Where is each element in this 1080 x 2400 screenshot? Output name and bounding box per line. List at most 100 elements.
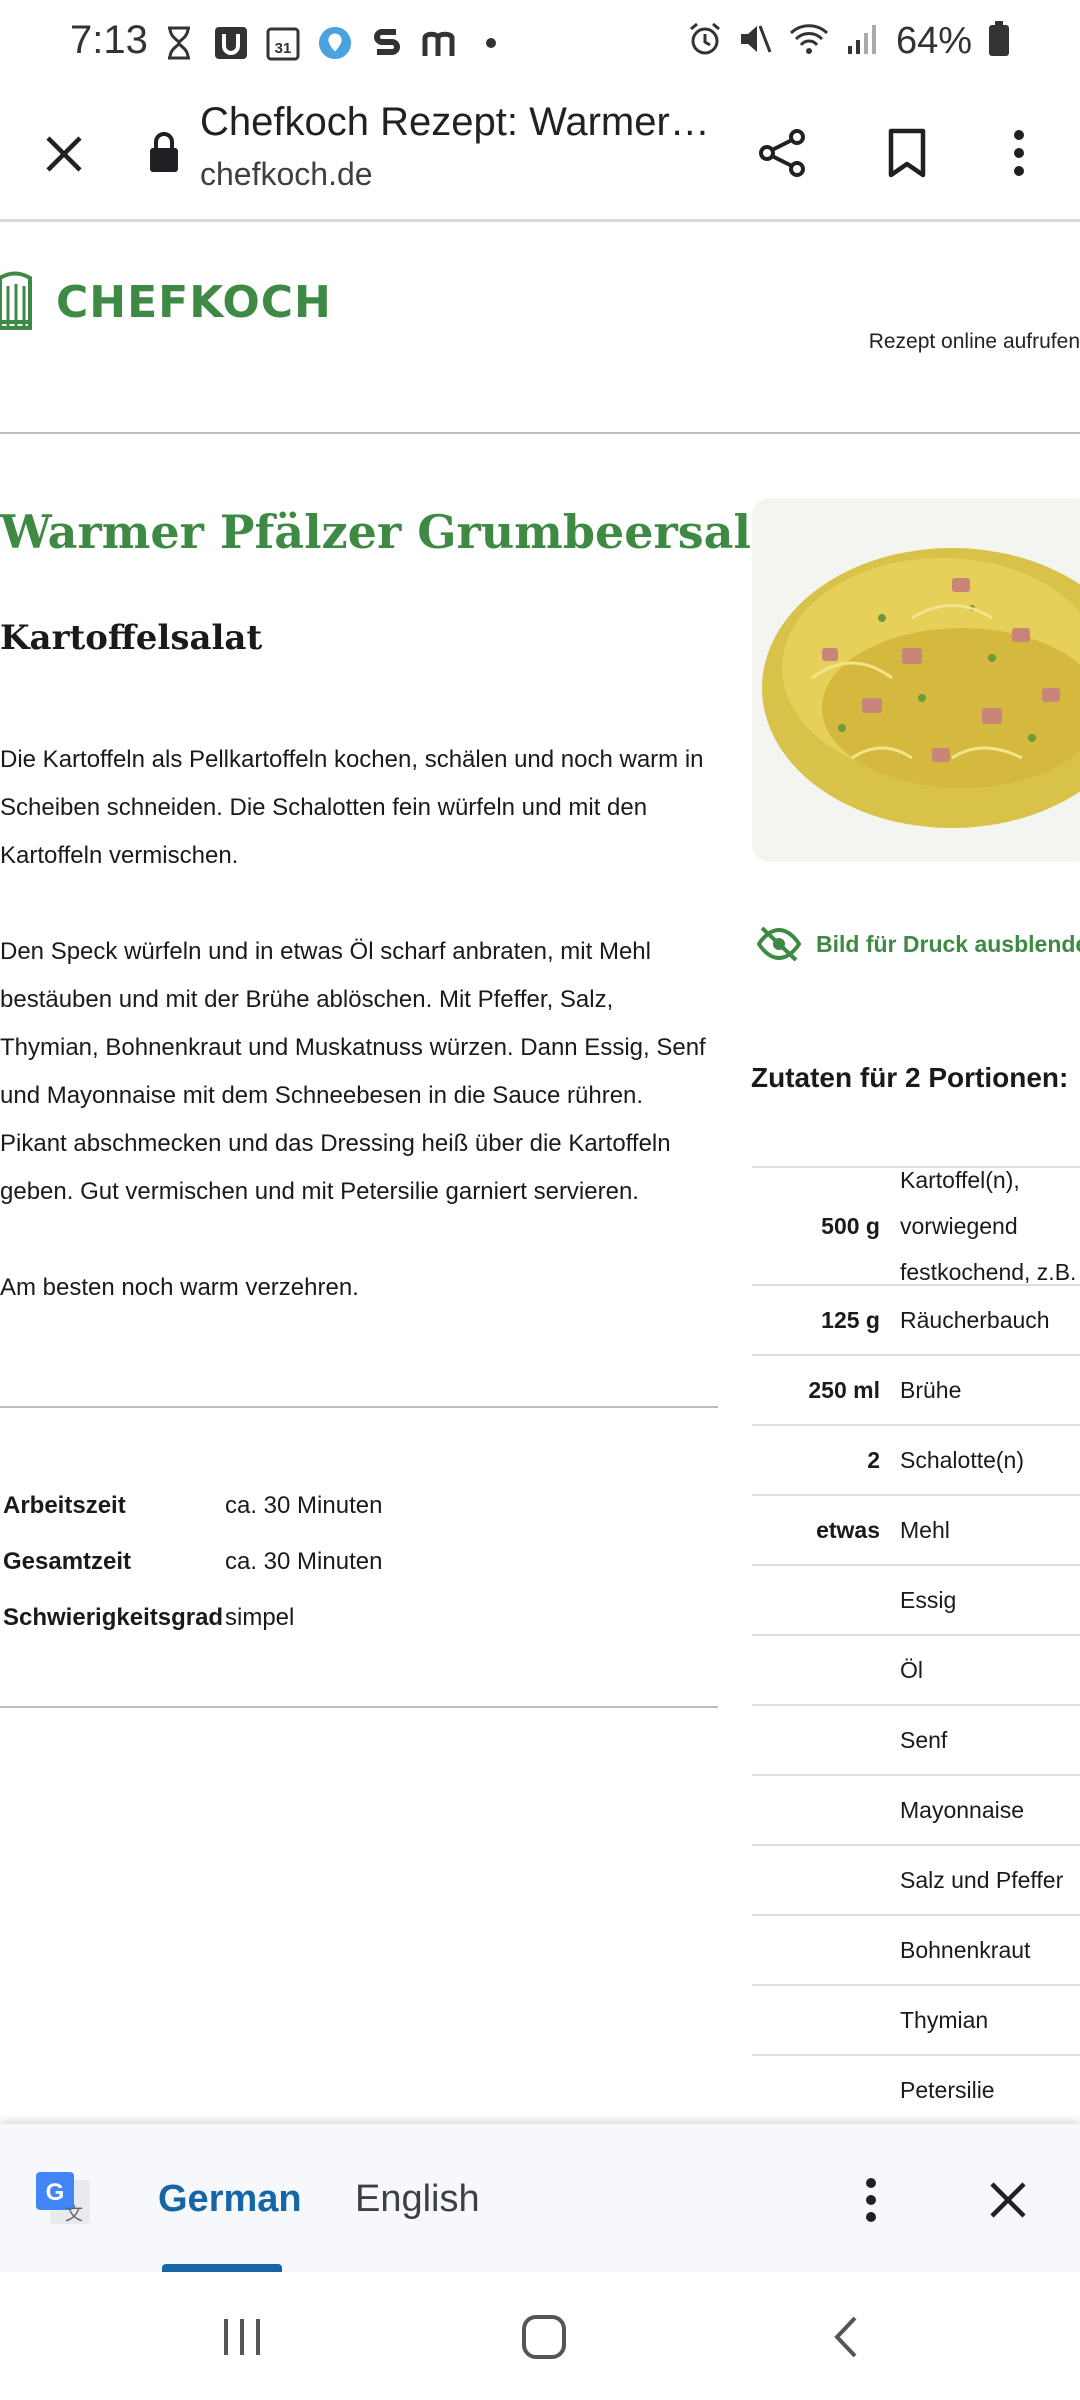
page-url: chefkoch.de bbox=[200, 156, 373, 192]
meta-row: Gesamtzeit ca. 30 Minuten bbox=[3, 1534, 382, 1590]
chefkoch-logo[interactable]: CHEFKOCH bbox=[0, 270, 332, 334]
ingredient-row: 2 Schalotte(n) bbox=[752, 1424, 1080, 1494]
recent-apps-button[interactable] bbox=[202, 2302, 282, 2372]
dot-icon bbox=[474, 24, 508, 62]
logo-text: CHEFKOCH bbox=[56, 276, 332, 328]
ingredient-name: Schalotte(n) bbox=[900, 1447, 1025, 1473]
meta-value: ca. 30 Minuten bbox=[225, 1548, 383, 1575]
recipe-photo bbox=[752, 498, 1080, 862]
share-button[interactable] bbox=[748, 118, 818, 188]
notification-icons: 31 bbox=[162, 24, 508, 62]
meta-key: Schwierigkeitsgrad bbox=[3, 1604, 224, 1631]
ingredient-row: etwas Mehl bbox=[752, 1494, 1080, 1564]
meta-value: ca. 30 Minuten bbox=[225, 1492, 383, 1519]
bookmark-icon bbox=[888, 128, 926, 178]
meta-row: Arbeitszeit ca. 30 Minuten bbox=[3, 1478, 382, 1534]
hide-image-toggle[interactable]: Bild für Druck ausblenden bbox=[756, 924, 1080, 964]
calendar-31-icon: 31 bbox=[266, 24, 300, 62]
lock-icon bbox=[148, 130, 180, 174]
divider bbox=[0, 1406, 718, 1408]
translate-bar: G 文 German English bbox=[0, 2124, 1080, 2272]
ingredient-row: Bohnenkraut bbox=[752, 1914, 1080, 1984]
meta-value: simpel bbox=[225, 1604, 295, 1631]
ingredient-name: Kartoffel(n), vorwiegend festkochend, z.… bbox=[900, 1167, 1077, 1285]
ingredient-name: Salz und Pfeffer bbox=[900, 1867, 1064, 1893]
svg-text:文: 文 bbox=[65, 2204, 83, 2225]
ingredient-amount: 125 g bbox=[821, 1306, 880, 1333]
ingredient-name: Essig bbox=[900, 1587, 957, 1613]
meta-key: Gesamtzeit bbox=[3, 1548, 132, 1575]
instruction-paragraph: Die Kartoffeln als Pellkartoffeln kochen… bbox=[0, 746, 704, 869]
ingredient-row: Essig bbox=[752, 1564, 1080, 1634]
ingredient-name: Räucherbauch bbox=[900, 1307, 1050, 1333]
ingredient-row: Senf bbox=[752, 1704, 1080, 1774]
language-tab-german[interactable]: German bbox=[158, 2178, 302, 2221]
instruction-paragraph: Den Speck würfeln und in etwas Öl scharf… bbox=[0, 938, 706, 1205]
battery-percent: 64% bbox=[895, 20, 972, 62]
svg-text:31: 31 bbox=[275, 40, 292, 57]
alarm-icon bbox=[688, 22, 722, 61]
language-tab-english[interactable]: English bbox=[355, 2178, 480, 2221]
mute-icon bbox=[738, 22, 772, 61]
more-options-button[interactable] bbox=[984, 118, 1054, 188]
close-icon bbox=[46, 136, 82, 172]
status-bar: 7:13 31 64% bbox=[0, 0, 1080, 90]
recents-icon bbox=[224, 2319, 260, 2355]
recipe-meta-table: Arbeitszeit ca. 30 Minuten Gesamtzeit ca… bbox=[3, 1478, 382, 1646]
ingredient-row: Salz und Pfeffer bbox=[752, 1844, 1080, 1914]
ingredient-row: Mayonnaise bbox=[752, 1774, 1080, 1844]
hourglass-icon bbox=[162, 24, 196, 62]
back-button[interactable] bbox=[806, 2302, 886, 2372]
m-app-icon bbox=[422, 24, 456, 62]
s-app-icon bbox=[370, 24, 404, 62]
system-icons: 64% bbox=[688, 20, 1010, 63]
translate-options-button[interactable] bbox=[846, 2168, 896, 2232]
u-app-icon bbox=[214, 24, 248, 62]
status-time: 7:13 bbox=[70, 18, 148, 62]
ingredient-amount: 250 ml bbox=[808, 1376, 880, 1403]
wifi-icon bbox=[788, 22, 830, 61]
ingredient-row: 250 ml Brühe bbox=[752, 1354, 1080, 1424]
ingredient-name: Thymian bbox=[900, 2007, 989, 2033]
back-icon bbox=[834, 2316, 857, 2358]
ingredient-name: Bohnenkraut bbox=[900, 1937, 1031, 1963]
page: 7:13 31 64% Chefkoch Rezept: Warmer P ch… bbox=[0, 0, 1080, 2400]
eye-off-icon bbox=[756, 926, 802, 962]
location-icon bbox=[318, 24, 352, 62]
ingredients-heading: Zutaten für 2 Portionen: bbox=[751, 1062, 1069, 1093]
ingredient-row: Petersilie bbox=[752, 2054, 1080, 2124]
recipe-online-link[interactable]: Rezept online aufrufen bbox=[869, 330, 1080, 354]
translate-close-button[interactable] bbox=[976, 2168, 1040, 2232]
recipe-instructions: Die Kartoffeln als Pellkartoffeln kochen… bbox=[0, 736, 716, 1360]
more-vert-icon bbox=[866, 2178, 876, 2222]
svg-text:G: G bbox=[46, 2179, 65, 2206]
signal-icon bbox=[846, 22, 880, 61]
ingredient-name: Brühe bbox=[900, 1377, 962, 1403]
ingredient-row: 500 g Kartoffel(n), vorwiegend festkoche… bbox=[752, 1166, 1080, 1285]
browser-toolbar: Chefkoch Rezept: Warmer Pfälzer Grumbeer… bbox=[0, 90, 1080, 222]
instruction-paragraph: Am besten noch warm verzehren. bbox=[0, 1274, 359, 1301]
meta-row: Schwierigkeitsgrad simpel bbox=[3, 1590, 382, 1646]
divider bbox=[0, 1706, 718, 1708]
close-tab-button[interactable] bbox=[28, 118, 100, 190]
meta-key: Arbeitszeit bbox=[3, 1492, 126, 1519]
ingredient-name: Mehl bbox=[900, 1517, 950, 1543]
ingredient-row: Öl bbox=[752, 1634, 1080, 1704]
ingredient-amount: 500 g bbox=[821, 1212, 880, 1239]
ingredient-name: Mayonnaise bbox=[900, 1797, 1025, 1823]
ingredient-name: Öl bbox=[900, 1657, 923, 1683]
home-icon bbox=[522, 2315, 566, 2359]
home-button[interactable] bbox=[504, 2302, 584, 2372]
chef-hat-icon bbox=[0, 271, 32, 330]
page-title: Chefkoch Rezept: Warmer Pfälzer Grumbeer… bbox=[200, 100, 710, 144]
bookmark-button[interactable] bbox=[872, 118, 942, 188]
ingredients-table: 500 g Kartoffel(n), vorwiegend festkoche… bbox=[752, 1166, 1080, 2124]
ingredient-amount: 2 bbox=[867, 1446, 880, 1473]
ingredient-amount: etwas bbox=[816, 1516, 880, 1543]
close-icon bbox=[990, 2182, 1026, 2218]
recipe-title: Warmer Pfälzer Grumbeersalat bbox=[0, 505, 802, 559]
system-navigation-bar bbox=[0, 2272, 1080, 2400]
hide-image-label: Bild für Druck ausblenden bbox=[816, 930, 1080, 957]
selected-tab-indicator bbox=[162, 2264, 282, 2272]
ingredient-row: Thymian bbox=[752, 1984, 1080, 2054]
